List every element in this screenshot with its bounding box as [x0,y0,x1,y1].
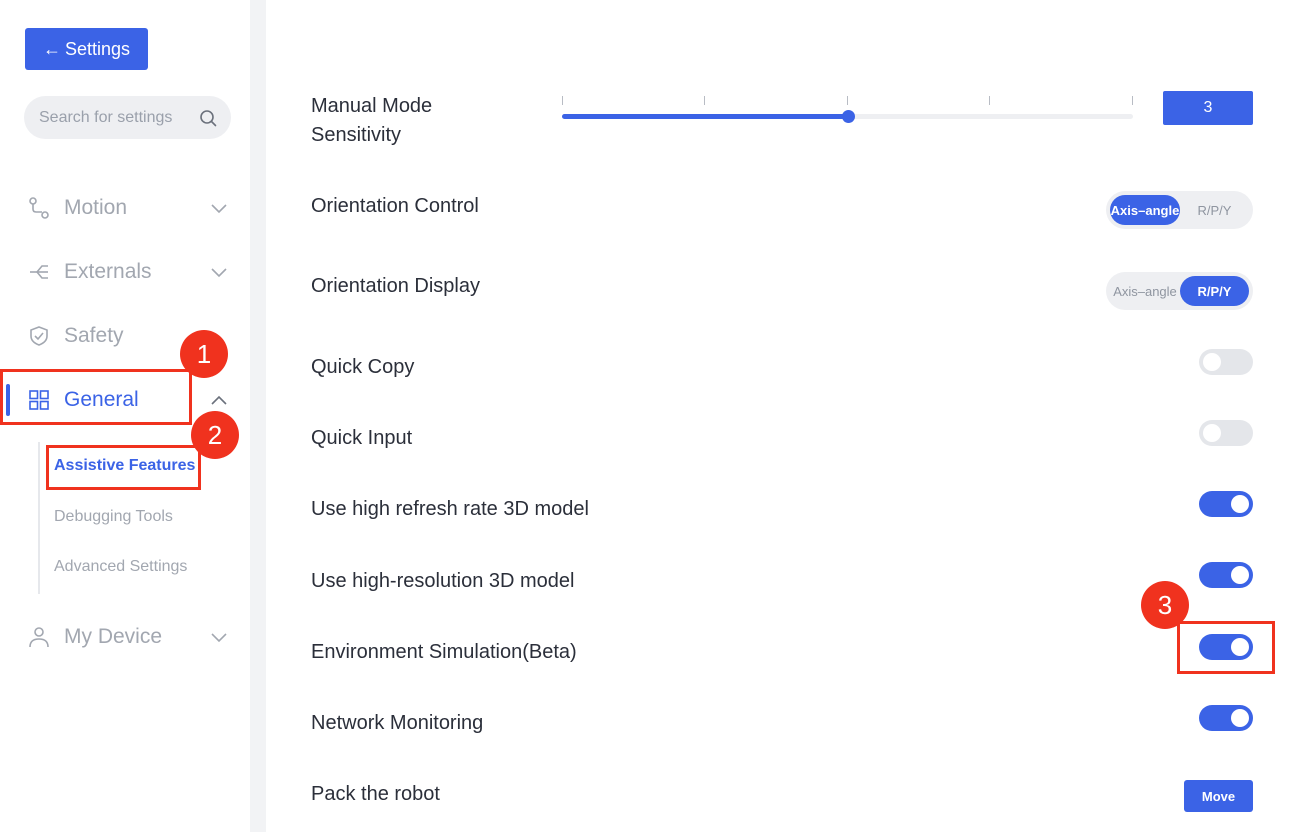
quick-input-toggle[interactable] [1199,420,1253,446]
user-icon [28,626,50,648]
orientation-display-segmented[interactable]: Axis–angle R/P/Y [1106,272,1253,310]
pack-robot-label: Pack the robot [311,783,440,805]
chevron-down-icon[interactable] [210,628,228,646]
search-input[interactable] [39,108,189,127]
network-icon [28,261,50,283]
high-refresh-toggle[interactable] [1199,491,1253,517]
slider-tick [1132,96,1133,105]
orientation-control-segmented[interactable]: Axis–angle R/P/Y [1106,191,1253,229]
slider-fill [562,114,848,119]
toggle-knob [1231,709,1249,727]
nav-item-externals[interactable]: Externals [0,248,250,296]
nav-item-my-device[interactable]: My Device [0,613,250,661]
toggle-knob [1231,566,1249,584]
slider-tick [704,96,705,105]
search-icon[interactable] [199,109,217,127]
sensitivity-value[interactable]: 3 [1163,91,1253,125]
orientation-control-label: Orientation Control [311,195,479,217]
annotation-box-env-sim [1177,621,1275,674]
annotation-box-general [0,369,192,425]
nav-label-externals: Externals [64,260,152,283]
sensitivity-label-line2: Sensitivity [311,124,402,146]
toggle-knob [1231,495,1249,513]
orientation-display-axis-angle[interactable]: Axis–angle [1110,276,1180,306]
orientation-display-label: Orientation Display [311,275,480,297]
high-refresh-label: Use high refresh rate 3D model [311,498,589,520]
high-res-label: Use high-resolution 3D model [311,570,575,592]
back-to-settings-button[interactable]: ← Settings [25,28,148,70]
sensitivity-label: Manual Mode Sensitivity [311,92,432,150]
orientation-display-rpy[interactable]: R/P/Y [1180,276,1249,306]
annotation-badge-1: 1 [180,330,228,378]
annotation-badge-2: 2 [191,411,239,459]
toggle-knob [1203,424,1221,442]
nav-item-motion[interactable]: Motion [0,184,250,232]
env-sim-label: Environment Simulation(Beta) [311,641,577,663]
sensitivity-slider[interactable] [562,96,1133,126]
subnav-advanced-settings[interactable]: Advanced Settings [54,558,187,576]
slider-tick [989,96,990,105]
subnav-divider [38,442,40,594]
quick-copy-toggle[interactable] [1199,349,1253,375]
network-monitoring-toggle[interactable] [1199,705,1253,731]
settings-panel: Manual Mode Sensitivity 3 Orientation Co… [266,0,1300,832]
orientation-control-rpy[interactable]: R/P/Y [1180,195,1249,225]
annotation-badge-3: 3 [1141,581,1189,629]
high-res-toggle[interactable] [1199,562,1253,588]
search-box[interactable] [24,96,231,139]
slider-thumb[interactable] [842,110,855,123]
chevron-up-icon[interactable] [210,391,228,409]
orientation-control-axis-angle[interactable]: Axis–angle [1110,195,1180,225]
nav-label-safety: Safety [64,324,124,347]
nav-label-my-device: My Device [64,625,163,648]
slider-tick [562,96,563,105]
back-button-label: Settings [64,38,131,59]
chevron-down-icon[interactable] [210,199,228,217]
chevron-down-icon[interactable] [210,263,228,281]
subnav-debugging-tools[interactable]: Debugging Tools [54,508,173,526]
sensitivity-label-line1: Manual Mode [311,95,433,117]
move-button[interactable]: Move [1184,780,1253,812]
shield-check-icon [28,325,50,347]
nav-label-motion: Motion [64,196,128,219]
quick-input-label: Quick Input [311,427,413,449]
route-icon [28,197,50,219]
network-monitoring-label: Network Monitoring [311,712,484,734]
quick-copy-label: Quick Copy [311,356,415,378]
toggle-knob [1203,353,1221,371]
annotation-box-assistive [46,445,201,490]
slider-tick [847,96,848,105]
arrow-left-icon: ← [42,39,61,59]
